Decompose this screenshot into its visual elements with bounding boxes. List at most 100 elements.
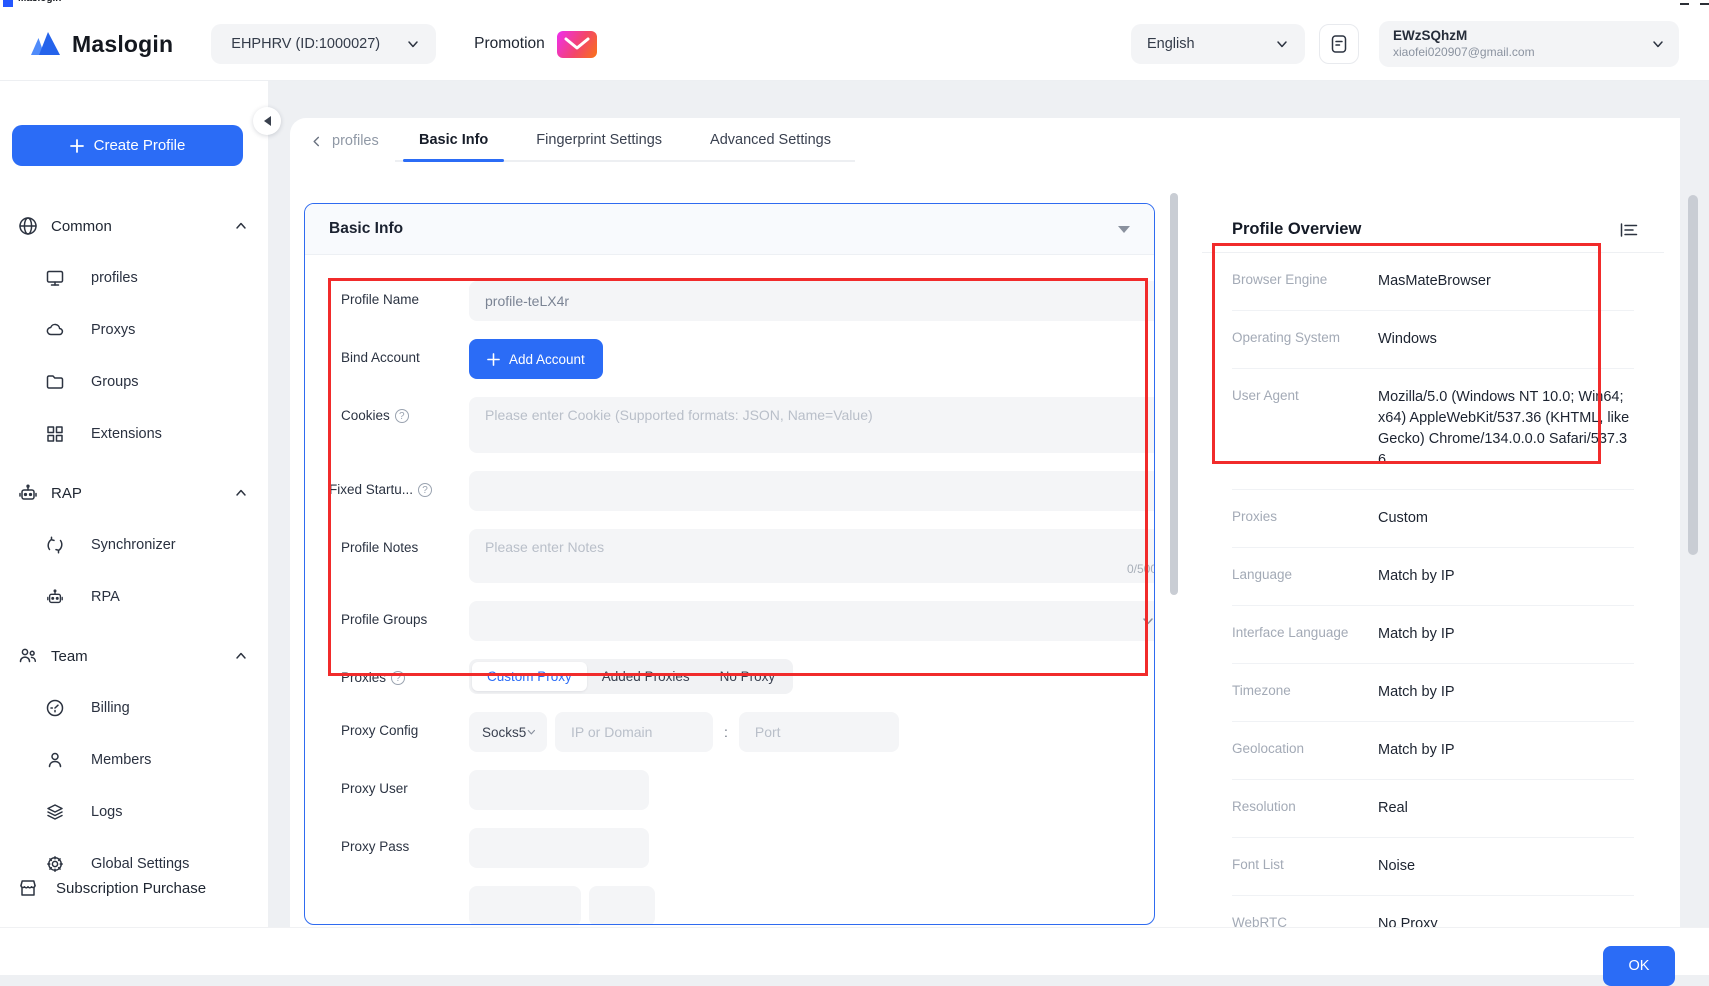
sidebar-collapse-button[interactable]	[253, 107, 281, 135]
sidebar-section-rap[interactable]: RAP	[0, 467, 268, 519]
store-icon	[18, 878, 38, 898]
sidebar-item-label: Synchronizer	[91, 537, 176, 553]
user-account-dropdown[interactable]: EWzSQhzM xiaofei020907@gmail.com	[1379, 21, 1679, 67]
user-name: EWzSQhzM	[1393, 28, 1535, 45]
help-icon[interactable]: ?	[391, 671, 405, 685]
cookies-textarea[interactable]	[469, 397, 1155, 453]
chevron-down-icon	[526, 726, 537, 738]
language-value: English	[1147, 36, 1195, 52]
create-profile-button[interactable]: Create Profile	[12, 125, 243, 166]
chevron-down-icon	[1275, 37, 1289, 51]
ip-port-separator: :	[724, 724, 728, 740]
proxy-pass-input[interactable]	[469, 828, 649, 868]
layers-icon	[46, 803, 64, 821]
help-icon[interactable]: ?	[395, 409, 409, 423]
proxy-ip-input[interactable]	[555, 712, 713, 752]
profile-name-input[interactable]	[469, 281, 1155, 321]
maslogin-logo-icon	[30, 31, 62, 57]
overview-row-proxies: Proxies Custom	[1232, 490, 1634, 548]
promotion-link[interactable]: Promotion	[474, 31, 597, 58]
docs-button[interactable]	[1319, 24, 1359, 64]
language-dropdown[interactable]: English	[1131, 24, 1305, 64]
sidebar-item-proxys[interactable]: Proxys	[0, 304, 268, 356]
sidebar-section-label: RAP	[51, 485, 82, 502]
proxy-config-label: Proxy Config	[341, 712, 433, 752]
workspace-dropdown[interactable]: EHPHRV (ID:1000027)	[211, 24, 436, 64]
globe-icon	[18, 216, 38, 236]
triangle-left-icon	[264, 116, 271, 126]
inner-scrollbar-thumb[interactable]	[1170, 193, 1178, 595]
basic-info-card-header[interactable]: Basic Info	[305, 204, 1154, 255]
sidebar-item-billing[interactable]: Billing	[0, 682, 268, 734]
sidebar-item-subscription-purchase[interactable]: Subscription Purchase	[0, 862, 268, 914]
help-icon[interactable]: ?	[418, 483, 432, 497]
profile-notes-label: Profile Notes	[341, 529, 433, 583]
overview-row-user-agent: User Agent Mozilla/5.0 (Windows NT 10.0;…	[1232, 369, 1634, 490]
proxy-protocol-select[interactable]: Socks5	[469, 712, 547, 752]
chevron-up-icon	[234, 649, 248, 663]
sidebar-item-label: Subscription Purchase	[56, 880, 206, 897]
proxies-option-none[interactable]: No Proxy	[705, 662, 791, 691]
sidebar-section-team[interactable]: Team	[0, 630, 268, 682]
profile-groups-select[interactable]	[469, 601, 1155, 641]
proxies-option-added[interactable]: Added Proxies	[587, 662, 705, 691]
proxy-user-label: Proxy User	[341, 770, 433, 810]
proxies-label: Proxies ?	[341, 659, 433, 694]
proxies-option-custom[interactable]: Custom Proxy	[472, 662, 587, 691]
clipped-control[interactable]	[469, 886, 581, 925]
sidebar-item-label: Proxys	[91, 322, 135, 338]
breadcrumb-back[interactable]: profiles	[310, 133, 379, 149]
robot-icon	[18, 483, 38, 503]
collapse-caret-icon[interactable]	[1118, 226, 1130, 233]
profile-notes-textarea[interactable]	[469, 529, 1155, 583]
overview-row-geolocation: Geolocation Match by IP	[1232, 722, 1634, 780]
window-minimize-icon[interactable]	[1680, 3, 1689, 5]
sidebar-item-extensions[interactable]: Extensions	[0, 408, 268, 460]
brand-logo: Maslogin	[30, 31, 173, 58]
overview-row-operating-system: Operating System Windows	[1232, 311, 1634, 369]
monitor-icon	[46, 269, 64, 287]
sidebar-item-label: Members	[91, 752, 151, 768]
document-icon	[1330, 34, 1348, 54]
page-scrollbar-thumb[interactable]	[1688, 195, 1698, 555]
ok-button[interactable]: OK	[1603, 946, 1675, 986]
chevron-down-icon	[406, 37, 420, 51]
cloud-icon	[46, 321, 64, 339]
proxy-user-input[interactable]	[469, 770, 649, 810]
basic-info-title: Basic Info	[329, 220, 403, 238]
sidebar-item-label: Logs	[91, 804, 122, 820]
sidebar-item-members[interactable]: Members	[0, 734, 268, 786]
brand-name: Maslogin	[72, 31, 173, 58]
proxy-protocol-value: Socks5	[482, 725, 526, 740]
fixed-startup-input[interactable]	[469, 471, 1155, 511]
window-close-icon[interactable]	[1700, 3, 1709, 5]
sidebar-item-logs[interactable]: Logs	[0, 786, 268, 838]
tab-advanced-settings[interactable]: Advanced Settings	[686, 126, 855, 160]
robot-icon	[46, 588, 64, 606]
add-account-button[interactable]: Add Account	[469, 339, 603, 379]
list-settings-icon[interactable]	[1620, 222, 1638, 238]
add-account-label: Add Account	[509, 352, 585, 367]
sidebar-section-common[interactable]: Common	[0, 200, 268, 252]
sidebar-item-label: Groups	[91, 374, 139, 390]
person-icon	[46, 751, 64, 769]
sidebar-item-groups[interactable]: Groups	[0, 356, 268, 408]
window-titlebar: Maslogin	[0, 0, 1709, 8]
chevron-down-icon	[1141, 614, 1155, 628]
sidebar-item-synchronizer[interactable]: Synchronizer	[0, 519, 268, 571]
promotion-envelope-icon	[557, 31, 597, 58]
user-email: xiaofei020907@gmail.com	[1393, 45, 1535, 60]
overview-row-timezone: Timezone Match by IP	[1232, 664, 1634, 722]
proxies-segmented-control: Custom Proxy Added Proxies No Proxy	[469, 659, 793, 694]
tab-bar: Basic Info Fingerprint Settings Advanced…	[395, 126, 855, 162]
sidebar-item-profiles[interactable]: profiles	[0, 252, 268, 304]
clipped-control[interactable]	[589, 886, 655, 925]
profile-overview-rows: Browser Engine MasMateBrowser Operating …	[1202, 253, 1664, 954]
tab-basic-info[interactable]: Basic Info	[395, 126, 512, 160]
sidebar-item-rpa[interactable]: RPA	[0, 571, 268, 623]
app-header: Maslogin EHPHRV (ID:1000027) Promotion E…	[0, 8, 1709, 81]
proxy-port-input[interactable]	[739, 712, 899, 752]
tab-fingerprint-settings[interactable]: Fingerprint Settings	[512, 126, 686, 160]
cookies-label: Cookies ?	[341, 397, 433, 453]
overview-row-language: Language Match by IP	[1232, 548, 1634, 606]
